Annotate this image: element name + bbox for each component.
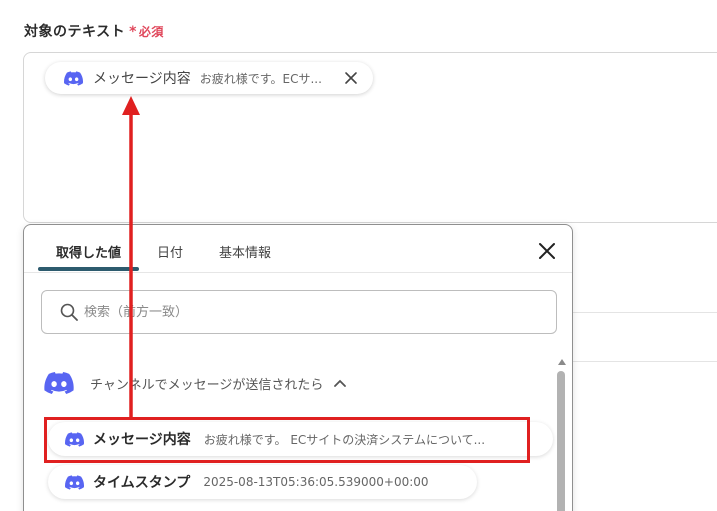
item-preview: 2025-08-13T05:36:05.539000+00:00 — [203, 475, 429, 489]
discord-icon — [64, 70, 83, 86]
group-label: チャンネルでメッセージが送信されたら — [90, 377, 324, 393]
chip-preview: お疲れ様です。ECサ... — [199, 71, 322, 86]
active-tab-indicator — [38, 267, 139, 271]
item-title: タイムスタンプ — [93, 475, 191, 491]
tab-basic-info[interactable]: 基本情報 — [219, 242, 271, 261]
discord-icon — [44, 372, 74, 394]
tab-retrieved-values[interactable]: 取得した値 — [56, 242, 121, 261]
close-icon[interactable] — [344, 71, 358, 85]
chip-title: メッセージ内容 — [93, 71, 191, 87]
search-icon — [60, 303, 78, 321]
required-badge: 必須 — [138, 25, 164, 39]
required-star: * — [129, 24, 137, 40]
search-input[interactable] — [84, 304, 524, 320]
search-box[interactable] — [41, 290, 557, 334]
list-item-timestamp[interactable]: タイムスタンプ 2025-08-13T05:36:05.539000+00:00 — [48, 465, 477, 499]
divider — [573, 361, 717, 362]
scrollbar-thumb[interactable] — [557, 371, 565, 511]
annotation-highlight-box — [44, 417, 530, 463]
divider — [573, 312, 717, 313]
field-label-text: 対象のテキスト — [24, 24, 126, 40]
scroll-up-arrow-icon[interactable] — [557, 358, 567, 366]
discord-icon — [65, 474, 84, 490]
field-label: 対象のテキスト * 必須 — [24, 21, 164, 41]
close-icon[interactable] — [538, 242, 556, 260]
tab-date[interactable]: 日付 — [157, 242, 183, 261]
message-content-chip[interactable]: メッセージ内容 お疲れ様です。ECサ... — [45, 62, 373, 94]
value-picker-panel: 取得した値 日付 基本情報 チャンネルでメッセージが送信されたら メッセージ内容… — [23, 224, 573, 511]
tab-bar: 取得した値 日付 基本情報 — [24, 225, 572, 273]
chevron-up-icon — [334, 379, 347, 387]
trigger-group-header[interactable]: チャンネルでメッセージが送信されたら — [44, 372, 347, 394]
